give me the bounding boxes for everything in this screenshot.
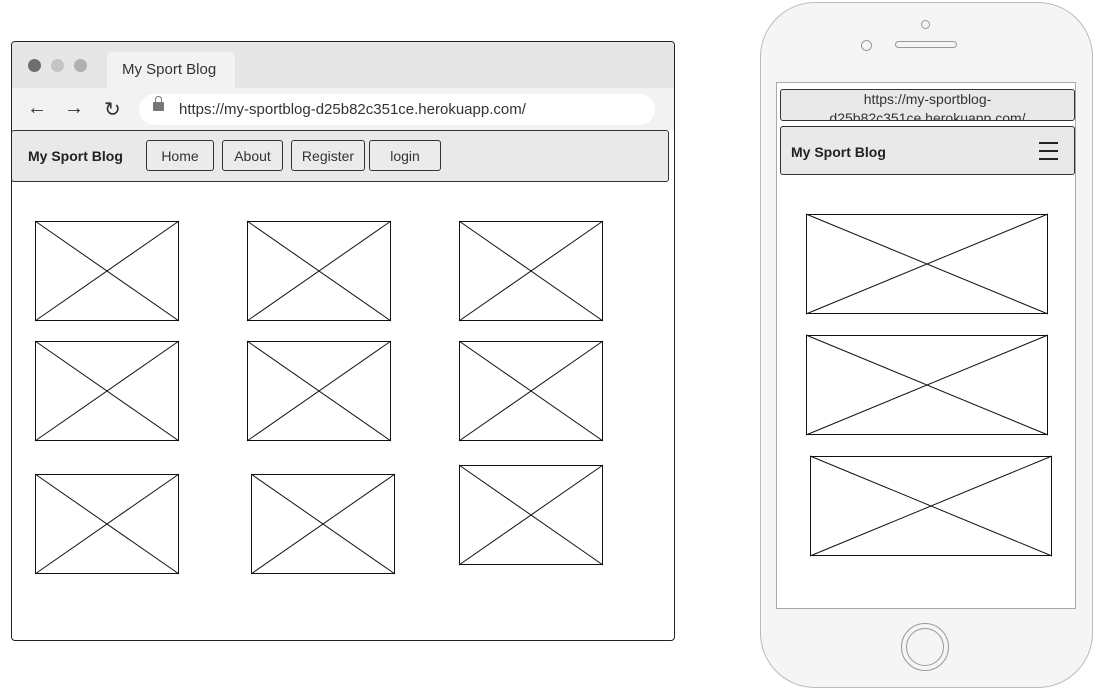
- phone-sensor-icon: [921, 20, 930, 29]
- image-placeholder: [34, 220, 180, 322]
- phone-camera-icon: [861, 40, 872, 51]
- window-minimize-dot[interactable]: [51, 59, 64, 72]
- site-navbar: My Sport Blog Home About Register login: [12, 130, 669, 182]
- mobile-url-bar[interactable]: https://my-sportblog-d25b82c351ce.heroku…: [780, 89, 1075, 121]
- image-placeholder: [458, 220, 604, 322]
- image-placeholder: [458, 464, 604, 566]
- nav-home-button[interactable]: Home: [146, 140, 214, 171]
- nav-register-button[interactable]: Register: [291, 140, 365, 171]
- forward-arrow-icon[interactable]: →: [64, 97, 84, 120]
- phone-home-button[interactable]: [901, 623, 949, 671]
- mobile-site-brand[interactable]: My Sport Blog: [791, 144, 886, 160]
- address-bar-row: ← → ↻ https://my-sportblog-d25b82c351ce.…: [12, 88, 674, 130]
- image-placeholder: [34, 473, 180, 575]
- lock-icon: [153, 96, 164, 111]
- url-input[interactable]: https://my-sportblog-d25b82c351ce.heroku…: [139, 94, 655, 125]
- nav-login-button[interactable]: login: [369, 140, 441, 171]
- mobile-image-placeholder: [805, 213, 1049, 315]
- phone-speaker-icon: [895, 41, 957, 48]
- image-placeholder: [246, 220, 392, 322]
- mobile-url-text: https://my-sportblog-d25b82c351ce.heroku…: [829, 91, 1026, 121]
- mobile-image-placeholder: [805, 334, 1049, 436]
- site-brand[interactable]: My Sport Blog: [28, 148, 123, 164]
- back-arrow-icon[interactable]: ←: [27, 97, 47, 120]
- image-placeholder: [458, 340, 604, 442]
- mobile-navbar: My Sport Blog: [780, 126, 1075, 175]
- image-placeholder: [34, 340, 180, 442]
- image-placeholder: [246, 340, 392, 442]
- hamburger-icon[interactable]: [1039, 142, 1058, 166]
- window-maximize-dot[interactable]: [74, 59, 87, 72]
- mobile-image-placeholder: [809, 455, 1053, 557]
- window-close-dot[interactable]: [28, 59, 41, 72]
- reload-icon[interactable]: ↻: [104, 97, 121, 122]
- image-placeholder: [250, 473, 396, 575]
- nav-about-button[interactable]: About: [222, 140, 283, 171]
- url-text: https://my-sportblog-d25b82c351ce.heroku…: [179, 101, 526, 118]
- tab-bar: My Sport Blog: [12, 42, 674, 88]
- browser-tab[interactable]: My Sport Blog: [107, 52, 235, 88]
